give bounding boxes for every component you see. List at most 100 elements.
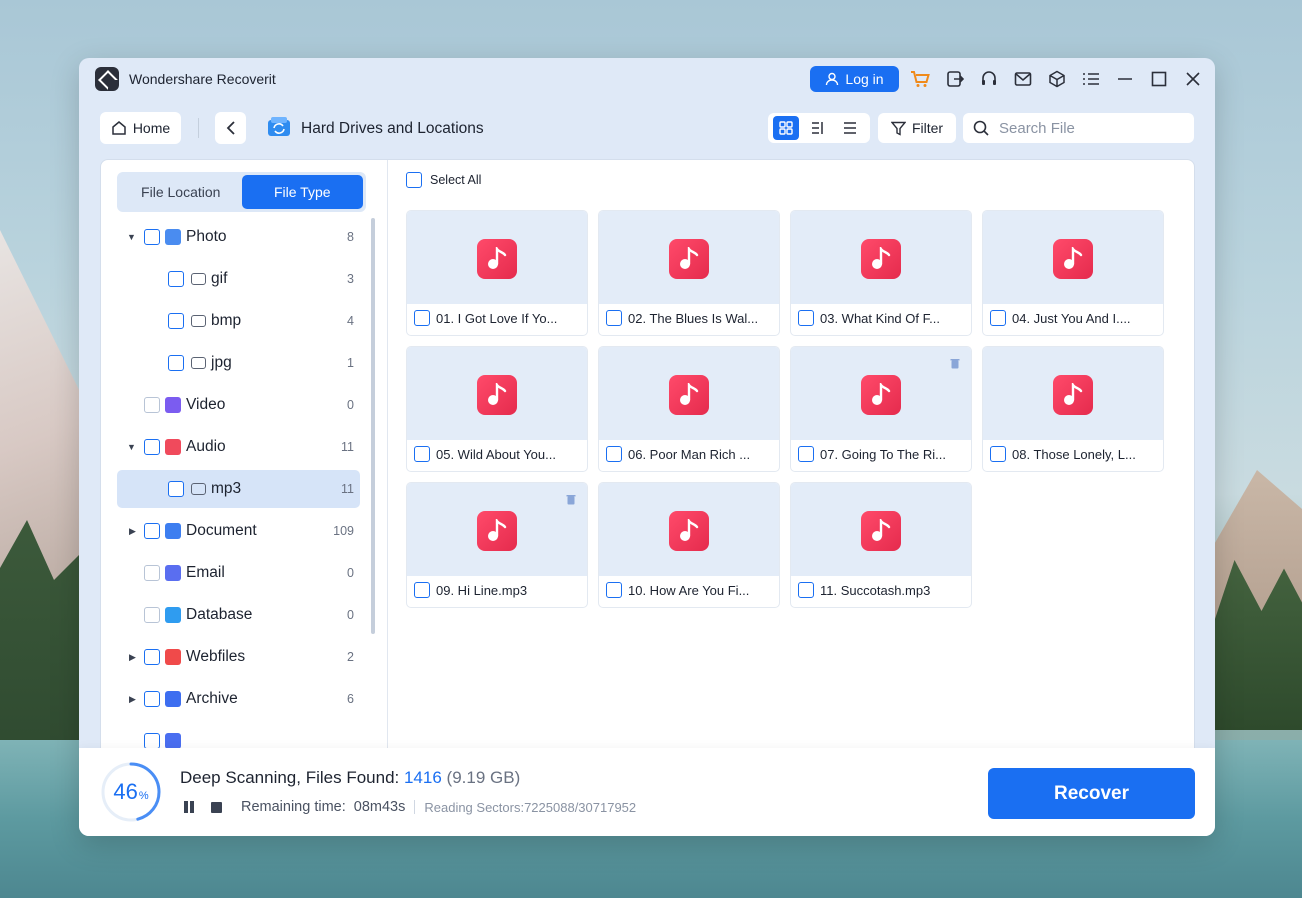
- sidebar-scrollbar[interactable]: [371, 218, 375, 634]
- audio-icon: [165, 439, 181, 455]
- file-thumbnail[interactable]: [791, 347, 971, 440]
- cart-icon[interactable]: [909, 68, 931, 90]
- tree-item-gif[interactable]: gif 3: [117, 260, 360, 298]
- file-checkbox[interactable]: [798, 310, 814, 326]
- search-input[interactable]: [999, 119, 1179, 137]
- menu-list-icon[interactable]: [1080, 68, 1102, 90]
- tab-file-location[interactable]: File Location: [120, 175, 242, 209]
- grid-view-button[interactable]: [773, 116, 799, 140]
- file-checkbox[interactable]: [798, 446, 814, 462]
- pause-icon[interactable]: [183, 801, 195, 813]
- search-box: [963, 113, 1194, 143]
- file-thumbnail[interactable]: [599, 211, 779, 304]
- file-card[interactable]: 06. Poor Man Rich ...: [598, 346, 780, 472]
- tree-item-mp3[interactable]: mp3 11: [117, 470, 360, 508]
- home-label: Home: [132, 120, 171, 136]
- file-card[interactable]: 01. I Got Love If Yo...: [406, 210, 588, 336]
- checkbox[interactable]: [168, 481, 184, 497]
- stop-icon[interactable]: [211, 801, 222, 813]
- file-card[interactable]: 10. How Are You Fi...: [598, 482, 780, 608]
- file-card[interactable]: 05. Wild About You...: [406, 346, 588, 472]
- tree-item-partial[interactable]: [117, 722, 360, 748]
- file-thumbnail[interactable]: [983, 347, 1163, 440]
- file-thumbnail[interactable]: [599, 483, 779, 576]
- back-button[interactable]: [215, 112, 246, 144]
- mail-icon[interactable]: [1012, 68, 1034, 90]
- caret-right-icon[interactable]: ▶: [129, 526, 139, 537]
- file-thumbnail[interactable]: [791, 483, 971, 576]
- checkbox[interactable]: [144, 607, 160, 623]
- file-card[interactable]: 11. Succotash.mp3: [790, 482, 972, 608]
- file-thumbnail[interactable]: [407, 347, 587, 440]
- tree-item-archive[interactable]: ▶ Archive 6: [117, 680, 360, 718]
- file-card[interactable]: 02. The Blues Is Wal...: [598, 210, 780, 336]
- status-bar: 46% Deep Scanning, Files Found: 1416 (9.…: [79, 748, 1215, 836]
- file-checkbox[interactable]: [798, 582, 814, 598]
- file-checkbox[interactable]: [414, 310, 430, 326]
- file-checkbox[interactable]: [414, 446, 430, 462]
- checkbox[interactable]: [144, 565, 160, 581]
- close-icon[interactable]: [1182, 68, 1204, 90]
- checkbox[interactable]: [144, 691, 160, 707]
- file-thumbnail[interactable]: [407, 483, 587, 576]
- file-card[interactable]: 07. Going To The Ri...: [790, 346, 972, 472]
- tree-item-bmp[interactable]: bmp 4: [117, 302, 360, 340]
- file-card[interactable]: 03. What Kind Of F...: [790, 210, 972, 336]
- checkbox[interactable]: [168, 271, 184, 287]
- box-icon[interactable]: [1046, 68, 1068, 90]
- file-thumbnail[interactable]: [983, 211, 1163, 304]
- file-checkbox[interactable]: [606, 582, 622, 598]
- tree-item-label: Audio: [186, 438, 226, 455]
- file-thumbnail[interactable]: [599, 347, 779, 440]
- tree-item-database[interactable]: Database 0: [117, 596, 360, 634]
- tree-item-jpg[interactable]: jpg 1: [117, 344, 360, 382]
- caret-down-icon[interactable]: ▼: [127, 442, 137, 452]
- support-headset-icon[interactable]: [978, 68, 1000, 90]
- list-view-button[interactable]: [837, 116, 863, 140]
- checkbox[interactable]: [144, 229, 160, 245]
- progress-unit: %: [138, 790, 149, 802]
- file-checkbox[interactable]: [606, 310, 622, 326]
- checkbox[interactable]: [168, 355, 184, 371]
- file-card[interactable]: 09. Hi Line.mp3: [406, 482, 588, 608]
- detail-view-button[interactable]: [805, 116, 831, 140]
- tree-item-audio[interactable]: ▼ Audio 11: [117, 428, 360, 466]
- file-card[interactable]: 08. Those Lonely, L...: [982, 346, 1164, 472]
- file-content-area: Select All 01. I Got Love If Yo... 02. Th…: [389, 160, 1194, 758]
- tree-item-photo[interactable]: ▼ Photo 8: [117, 218, 360, 256]
- maximize-icon[interactable]: [1148, 68, 1170, 90]
- file-type-tree: ▼ Photo 8 gif 3 bmp 4 jpg 1 Video 0 ▼ Au…: [101, 218, 369, 748]
- checkbox[interactable]: [144, 397, 160, 413]
- file-thumbnail[interactable]: [791, 211, 971, 304]
- file-name-row: 01. I Got Love If Yo...: [414, 310, 557, 326]
- filter-button[interactable]: Filter: [878, 113, 956, 143]
- tab-file-type[interactable]: File Type: [241, 175, 363, 209]
- export-icon[interactable]: [944, 68, 966, 90]
- caret-right-icon[interactable]: ▶: [129, 652, 139, 663]
- checkbox[interactable]: [144, 649, 160, 665]
- login-button[interactable]: Log in: [810, 66, 899, 92]
- select-all[interactable]: Select All: [406, 172, 481, 188]
- tree-item-document[interactable]: ▶ Document 109: [117, 512, 360, 550]
- caret-down-icon[interactable]: ▼: [127, 232, 137, 242]
- file-thumbnail[interactable]: [407, 211, 587, 304]
- checkbox[interactable]: [144, 733, 160, 748]
- home-button[interactable]: Home: [100, 112, 181, 144]
- file-checkbox[interactable]: [990, 310, 1006, 326]
- file-checkbox[interactable]: [414, 582, 430, 598]
- checkbox[interactable]: [144, 439, 160, 455]
- tree-item-webfiles[interactable]: ▶ Webfiles 2: [117, 638, 360, 676]
- recover-button[interactable]: Recover: [988, 768, 1195, 819]
- tree-item-count: 109: [333, 524, 354, 538]
- checkbox[interactable]: [168, 313, 184, 329]
- tree-item-email[interactable]: Email 0: [117, 554, 360, 592]
- select-all-checkbox[interactable]: [406, 172, 422, 188]
- minimize-icon[interactable]: [1114, 68, 1136, 90]
- tree-item-video[interactable]: Video 0: [117, 386, 360, 424]
- scan-status-title: Deep Scanning, Files Found: 1416 (9.19 G…: [180, 768, 520, 788]
- caret-right-icon[interactable]: ▶: [129, 694, 139, 705]
- file-card[interactable]: 04. Just You And I....: [982, 210, 1164, 336]
- checkbox[interactable]: [144, 523, 160, 539]
- file-checkbox[interactable]: [606, 446, 622, 462]
- file-checkbox[interactable]: [990, 446, 1006, 462]
